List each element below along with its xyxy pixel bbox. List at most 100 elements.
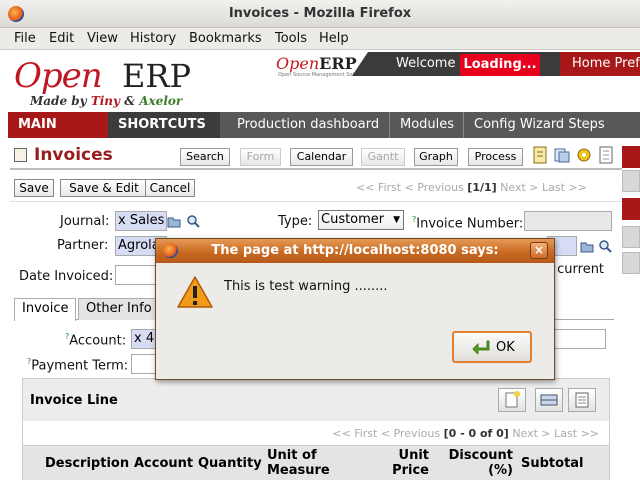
right-side-panel xyxy=(622,140,640,280)
view-process-button[interactable]: Process xyxy=(468,148,523,166)
column-subtotal[interactable]: Subtotal xyxy=(521,456,584,471)
pager-previous[interactable]: < Previous xyxy=(405,181,464,194)
window-title: Invoices - Mozilla Firefox xyxy=(228,6,412,21)
cancel-button[interactable]: Cancel xyxy=(145,179,195,197)
column-unit-price[interactable]: Unit Price xyxy=(383,448,429,478)
list-view-button[interactable] xyxy=(568,388,596,412)
column-unit-of-measure[interactable]: Unit of Measure xyxy=(267,448,337,478)
browser-titlebar: Invoices - Mozilla Firefox xyxy=(0,0,640,28)
invoice-line-pager: << First < Previous [0 - 0 of 0] Next > … xyxy=(332,427,599,440)
pager-first[interactable]: << First xyxy=(356,181,401,194)
logo-credits: Made by Tiny & Axelor xyxy=(30,94,183,108)
form-pager: << First < Previous [1/1] Next > Last >> xyxy=(356,181,587,194)
mini-logo: OpenERP xyxy=(276,54,357,73)
column-quantity[interactable]: Quantity xyxy=(198,456,262,471)
menu-tools[interactable]: Tools xyxy=(275,31,307,46)
line-pager-count: [0 - 0 of 0] xyxy=(443,427,509,440)
line-pager-previous[interactable]: < Previous xyxy=(381,427,440,440)
account-label: ?Account: xyxy=(65,332,127,349)
column-description[interactable]: Description xyxy=(45,456,129,471)
enter-arrow-icon xyxy=(472,340,490,354)
main-menu-tab[interactable]: MAIN MENU xyxy=(8,112,108,158)
menu-view[interactable]: View xyxy=(87,31,118,46)
date-invoiced-label: Date Invoiced: xyxy=(19,269,114,284)
logo-erp-text: ERP xyxy=(122,57,191,95)
line-pager-last[interactable]: Last >> xyxy=(554,427,599,440)
close-icon[interactable]: × xyxy=(530,242,548,259)
invoice-line-section: Invoice Line << First < Previous [0 - 0 … xyxy=(22,378,610,480)
type-label: Type: xyxy=(278,214,313,229)
search-icon[interactable] xyxy=(598,239,612,253)
tab-other-info[interactable]: Other Info xyxy=(78,298,160,320)
partner-label: Partner: xyxy=(57,238,109,253)
tab-invoice[interactable]: Invoice xyxy=(14,298,77,321)
pager-count: [1/1] xyxy=(467,181,497,194)
document-list-icon[interactable] xyxy=(598,146,614,164)
home-link[interactable]: Home Pref xyxy=(572,56,640,71)
type-select-value: Customer xyxy=(321,212,385,227)
new-line-button[interactable] xyxy=(498,388,526,412)
type-select[interactable]: Customer ▼ xyxy=(318,210,404,230)
invoice-number-field[interactable] xyxy=(524,211,612,231)
document-icon xyxy=(14,148,27,162)
menu-history[interactable]: History xyxy=(130,31,176,46)
view-form-button[interactable]: Form xyxy=(240,148,281,166)
form-action-row: Save Save & Edit Cancel << First < Previ… xyxy=(10,176,622,202)
column-discount[interactable]: Discount (%) xyxy=(443,448,513,478)
side-panel-tab[interactable] xyxy=(622,226,640,248)
line-pager-next[interactable]: Next > xyxy=(512,427,550,440)
save-button[interactable]: Save xyxy=(14,179,54,197)
erp-header: Open ERP Made by Tiny & Axelor OpenERP O… xyxy=(0,50,640,112)
pager-next[interactable]: Next > xyxy=(500,181,538,194)
alert-dialog: The page at http://localhost:8080 says: … xyxy=(155,238,555,380)
page-title-row: Invoices Search Form Calendar Gantt Grap… xyxy=(10,140,622,170)
view-gantt-button[interactable]: Gantt xyxy=(361,148,405,166)
ok-button-label: OK xyxy=(496,340,515,355)
pager-last[interactable]: Last >> xyxy=(542,181,587,194)
payment-term-label: ?Payment Term: xyxy=(27,357,129,374)
journal-field[interactable]: x Sales xyxy=(115,211,167,231)
side-panel-tab[interactable] xyxy=(622,252,640,274)
menu-edit[interactable]: Edit xyxy=(49,31,74,46)
attachment-icon[interactable] xyxy=(554,146,570,164)
warning-icon xyxy=(177,276,213,308)
view-graph-button[interactable]: Graph xyxy=(414,148,458,166)
column-account[interactable]: Account xyxy=(134,456,193,471)
view-search-button[interactable]: Search xyxy=(180,148,230,166)
ok-button[interactable]: OK xyxy=(452,331,532,363)
menu-bookmarks[interactable]: Bookmarks xyxy=(189,31,262,46)
invoice-number-label: ?Invoice Number: xyxy=(412,215,524,232)
page-title: Invoices xyxy=(34,145,113,165)
side-panel-tab[interactable] xyxy=(622,198,640,220)
side-panel-tab[interactable] xyxy=(622,146,640,168)
menu-help[interactable]: Help xyxy=(319,31,349,46)
side-panel-tab[interactable] xyxy=(622,170,640,192)
main-nav: MAIN MENU SHORTCUTS Production dashboard… xyxy=(8,112,640,158)
nav-production-dashboard[interactable]: Production dashboard xyxy=(227,112,389,138)
list-icon xyxy=(575,392,589,408)
invoice-line-title: Invoice Line xyxy=(30,393,118,408)
nav-config-wizard[interactable]: Config Wizard Steps xyxy=(463,112,615,138)
edit-line-button[interactable] xyxy=(535,388,563,412)
invoice-line-header: Invoice Line xyxy=(23,379,609,421)
home-bar: Home Pref xyxy=(560,52,640,76)
action-gear-icon[interactable] xyxy=(576,146,592,164)
folder-open-icon[interactable] xyxy=(580,239,594,253)
invoice-line-grid-header: Description Account Quantity Unit of Mea… xyxy=(23,445,609,480)
logo-open-text: Open xyxy=(14,56,103,96)
view-calendar-button[interactable]: Calendar xyxy=(290,148,353,166)
dialog-titlebar: The page at http://localhost:8080 says: … xyxy=(156,239,554,263)
welcome-text: Welcome A xyxy=(396,56,469,71)
line-pager-first[interactable]: << First xyxy=(332,427,377,440)
menu-file[interactable]: File xyxy=(14,31,36,46)
chevron-down-icon: ▼ xyxy=(393,215,400,225)
nav-modules[interactable]: Modules xyxy=(389,112,464,138)
folder-open-icon[interactable] xyxy=(167,214,181,228)
search-icon[interactable] xyxy=(186,214,200,228)
shortcuts-tab[interactable]: SHORTCUTS xyxy=(108,112,220,138)
grid-edit-icon xyxy=(540,394,558,406)
journal-label: Journal: xyxy=(60,214,110,229)
browser-menubar: File Edit View History Bookmarks Tools H… xyxy=(0,28,640,50)
save-edit-button[interactable]: Save & Edit xyxy=(60,179,148,197)
report-icon[interactable] xyxy=(532,146,548,164)
